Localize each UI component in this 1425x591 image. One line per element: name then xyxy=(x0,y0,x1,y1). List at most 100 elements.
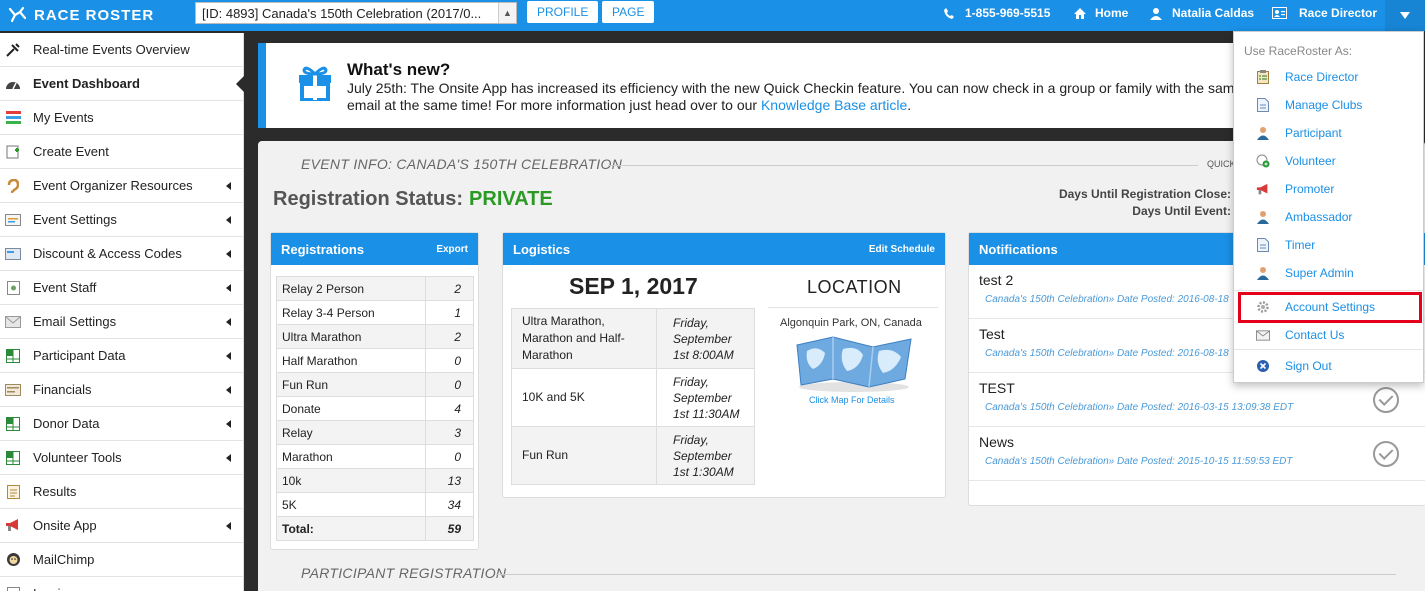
user-link[interactable]: Natalia Caldas xyxy=(1150,6,1254,20)
sidebar-item-event-dashboard[interactable]: Event Dashboard xyxy=(0,67,244,101)
sidebar-item-event-organizer-resources[interactable]: Event Organizer Resources xyxy=(0,169,243,203)
registration-status-label: Registration Status: xyxy=(273,188,464,210)
dropdown-item-manage-clubs[interactable]: Manage Clubs xyxy=(1234,93,1423,117)
registration-count: 34 xyxy=(425,492,474,517)
registration-name: Donate xyxy=(276,396,426,421)
dropdown-item-label: Contact Us xyxy=(1285,328,1345,342)
check-circle-icon[interactable] xyxy=(1373,441,1399,467)
section-divider xyxy=(608,165,1198,166)
expand-arrow-icon xyxy=(226,284,231,292)
page-button[interactable]: PAGE xyxy=(602,1,655,23)
sidebar-item-create-event[interactable]: Create Event xyxy=(0,135,243,169)
registration-name: Relay 2 Person xyxy=(276,276,426,301)
whats-new-title: What's new? xyxy=(347,60,451,79)
dropdown-item-race-director[interactable]: Race Director xyxy=(1234,65,1423,89)
sidebar-item-label: Volunteer Tools xyxy=(33,450,122,465)
expand-arrow-icon xyxy=(226,386,231,394)
dropdown-item-volunteer[interactable]: Volunteer xyxy=(1234,149,1423,173)
notification-meta: Canada's 150th Celebration» Date Posted:… xyxy=(985,294,1229,305)
expand-arrow-icon xyxy=(226,522,231,530)
role-label: Race Director xyxy=(1299,6,1378,20)
sidebar-item-label: Email Settings xyxy=(33,314,117,329)
expand-arrow-icon xyxy=(226,250,231,258)
logistics-title: Logistics xyxy=(513,241,571,257)
edit-schedule-link[interactable]: Edit Schedule xyxy=(869,244,935,255)
sidebar-item-label: Invoices xyxy=(33,586,81,591)
registration-count: 2 xyxy=(425,276,474,301)
volunteer-icon xyxy=(1256,154,1270,168)
role-dropdown-toggle[interactable] xyxy=(1385,0,1425,31)
check-circle-icon[interactable] xyxy=(1373,387,1399,413)
sidebar-item-volunteer-tools[interactable]: Volunteer Tools xyxy=(0,441,243,475)
race-roster-logo[interactable]: RACE ROSTER xyxy=(8,5,154,25)
dropdown-item-label: Super Admin xyxy=(1285,266,1354,280)
registration-name: 5K xyxy=(276,492,426,517)
sidebar-item-label: My Events xyxy=(33,110,94,125)
sidebar-item-onsite-app[interactable]: Onsite App xyxy=(0,509,243,543)
dropdown-item-super-admin[interactable]: Super Admin xyxy=(1234,261,1423,285)
sidebar-item-label: Event Settings xyxy=(33,212,117,227)
table-row: 10K and 5K Friday, September 1st 11:30AM xyxy=(511,368,755,427)
dropdown-item-timer[interactable]: Timer xyxy=(1234,233,1423,257)
schedule-race-name: 10K and 5K xyxy=(511,368,657,427)
map-details-link[interactable]: Click Map For Details xyxy=(809,395,895,405)
dropdown-item-promoter[interactable]: Promoter xyxy=(1234,177,1423,201)
home-link[interactable]: Home xyxy=(1073,6,1128,20)
table-row: 5K 34 xyxy=(276,492,474,517)
document-icon xyxy=(1256,98,1270,112)
ear-icon xyxy=(5,178,21,193)
list-icon xyxy=(5,111,21,125)
sidebar-item-financials[interactable]: Financials xyxy=(0,373,243,407)
expand-arrow-icon xyxy=(226,318,231,326)
notifications-title: Notifications xyxy=(979,241,1058,257)
sidebar-item-event-staff[interactable]: Event Staff xyxy=(0,271,243,305)
person-icon xyxy=(1256,266,1270,280)
event-select[interactable]: [ID: 4893] Canada's 150th Celebration (2… xyxy=(195,2,517,24)
table-row: Ultra Marathon 2 xyxy=(276,324,474,349)
active-pointer-icon xyxy=(236,76,244,92)
export-link[interactable]: Export xyxy=(436,244,468,255)
total-row: Total: 59 xyxy=(276,516,474,541)
sidebar-item-label: Donor Data xyxy=(33,416,100,431)
dropdown-item-label: Manage Clubs xyxy=(1285,98,1363,112)
sidebar-item-results[interactable]: Results xyxy=(0,475,243,509)
chevron-down-icon xyxy=(1400,12,1410,19)
user-name: Natalia Caldas xyxy=(1172,6,1255,20)
sidebar-item-donor-data[interactable]: Donor Data xyxy=(0,407,243,441)
sidebar-item-mailchimp[interactable]: MailChimp xyxy=(0,543,243,577)
notification-meta: Canada's 150th Celebration» Date Posted:… xyxy=(985,456,1293,467)
map-icon[interactable] xyxy=(793,335,915,393)
sidebar-item-invoices[interactable]: Invoices xyxy=(0,577,243,591)
sidebar-item-discount-access-codes[interactable]: Discount & Access Codes xyxy=(0,237,243,271)
dropdown-item-sign-out[interactable]: Sign Out xyxy=(1234,354,1423,378)
profile-button[interactable]: PROFILE xyxy=(527,1,599,23)
whats-new-tail: . xyxy=(907,97,912,113)
registration-count: 0 xyxy=(425,372,474,397)
dropdown-item-ambassador[interactable]: Ambassador xyxy=(1234,205,1423,229)
sidebar-item-email-settings[interactable]: Email Settings xyxy=(0,305,243,339)
tools-icon xyxy=(5,42,21,57)
notification-title: TEST xyxy=(979,380,1015,396)
participant-registration-section-title: PARTICIPANT REGISTRATION xyxy=(301,565,507,581)
dropdown-item-label: Timer xyxy=(1285,238,1316,252)
sidebar-item-my-events[interactable]: My Events xyxy=(0,101,243,135)
role-link[interactable]: Race Director xyxy=(1272,6,1377,20)
expand-arrow-icon xyxy=(226,454,231,462)
sidebar-item-label: Financials xyxy=(33,382,92,397)
sidebar-item-event-settings[interactable]: Event Settings xyxy=(0,203,243,237)
notification-item[interactable]: News Canada's 150th Celebration» Date Pos… xyxy=(969,427,1425,481)
dropdown-item-participant[interactable]: Participant xyxy=(1234,121,1423,145)
knowledge-base-link[interactable]: Knowledge Base article xyxy=(761,97,907,113)
sidebar-item-real-time-events-overview[interactable]: Real-time Events Overview xyxy=(0,33,243,67)
sidebar-item-participant-data[interactable]: Participant Data xyxy=(0,339,243,373)
phone-link[interactable]: 1-855-969-5515 xyxy=(943,6,1050,20)
dropdown-item-label: Sign Out xyxy=(1285,359,1332,373)
dropdown-item-contact-us[interactable]: Contact Us xyxy=(1234,323,1423,347)
envelope-icon xyxy=(1256,328,1270,342)
id-card-icon xyxy=(1272,7,1287,19)
registration-count: 0 xyxy=(425,444,474,469)
dropdown-item-account-settings[interactable]: Account Settings xyxy=(1234,295,1423,319)
total-label: Total: xyxy=(276,516,426,541)
event-info-section-title: EVENT INFO: CANADA'S 150TH CELEBRATION xyxy=(301,156,623,172)
registrations-title: Registrations xyxy=(281,241,365,257)
